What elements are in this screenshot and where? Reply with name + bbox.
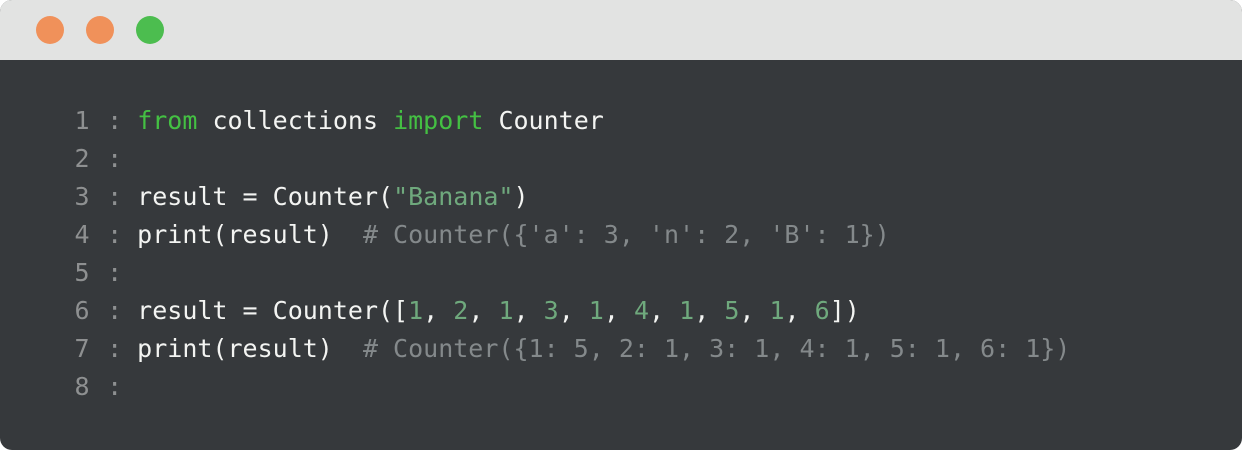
code-token-plain: ]) <box>829 296 860 325</box>
line-separator: : <box>107 334 123 363</box>
code-line: 4 : print(result) # Counter({'a': 3, 'n'… <box>72 216 1070 254</box>
line-separator: : <box>107 106 123 135</box>
line-number: 8 <box>74 372 90 401</box>
code-line: 1 : from collections import Counter <box>72 102 1070 140</box>
minimize-button[interactable] <box>86 16 114 44</box>
code-token-num: 1 <box>679 296 695 325</box>
code-line: 7 : print(result) # Counter({1: 5, 2: 1,… <box>72 330 1070 368</box>
code-token-plain: result = Counter( <box>122 182 394 211</box>
line-separator: : <box>107 372 123 401</box>
code-token-num: 3 <box>543 296 559 325</box>
line-number: 1 <box>74 106 90 135</box>
code-token-num: 1 <box>408 296 424 325</box>
code-token-plain: print(result) <box>122 334 363 363</box>
code-token-str: "Banana" <box>393 182 514 211</box>
line-number: 3 <box>74 182 90 211</box>
code-line: 3 : result = Counter("Banana") <box>72 178 1070 216</box>
code-line: 8 : <box>72 368 1070 406</box>
code-token-plain: , <box>558 296 589 325</box>
code-window: 1 : from collections import Counter 2 :3 … <box>0 0 1242 450</box>
code-token-plain: , <box>694 296 725 325</box>
code-token-plain: collections <box>197 106 394 135</box>
line-number: 5 <box>74 258 90 287</box>
line-separator: : <box>107 220 123 249</box>
code-token-plain: , <box>513 296 544 325</box>
line-separator: : <box>107 296 123 325</box>
code-line: 6 : result = Counter([1, 2, 1, 3, 1, 4, … <box>72 292 1070 330</box>
code-token-kw: from <box>137 106 198 135</box>
code-line: 2 : <box>72 140 1070 178</box>
code-block: 1 : from collections import Counter 2 :3 … <box>72 102 1070 406</box>
code-token-num: 2 <box>453 296 469 325</box>
title-bar <box>0 0 1242 60</box>
code-token-num: 4 <box>633 296 650 325</box>
code-token-num: 1 <box>498 296 514 325</box>
code-token-plain: , <box>423 296 454 325</box>
line-number: 6 <box>74 296 90 325</box>
code-token-kw: import <box>393 106 484 135</box>
code-token-plain: , <box>468 296 499 325</box>
code-token-num: 1 <box>769 296 785 325</box>
code-token-plain: , <box>784 296 815 325</box>
code-token-plain: , <box>649 296 680 325</box>
line-separator: : <box>107 258 123 287</box>
line-number: 4 <box>74 220 90 249</box>
code-token-plain: ) <box>513 182 529 211</box>
code-token-plain: , <box>603 296 634 325</box>
code-token-cm: # Counter({'a': 3, 'n': 2, 'B': 1}) <box>362 220 890 249</box>
code-token-plain: print(result) <box>122 220 363 249</box>
code-token-cm: # Counter({1: 5, 2: 1, 3: 1, 4: 1, 5: 1,… <box>362 334 1071 363</box>
code-token-plain: result = Counter([ <box>122 296 409 325</box>
code-token-plain: , <box>739 296 770 325</box>
code-token-num: 1 <box>588 296 604 325</box>
code-token-num: 6 <box>814 296 830 325</box>
line-number: 7 <box>74 334 90 363</box>
line-separator: : <box>107 144 123 173</box>
close-button[interactable] <box>36 16 64 44</box>
line-separator: : <box>107 182 123 211</box>
code-line: 5 : <box>72 254 1070 292</box>
code-token-num: 5 <box>724 296 740 325</box>
maximize-button[interactable] <box>136 16 164 44</box>
code-token-plain: Counter <box>483 106 604 135</box>
line-number: 2 <box>74 144 90 173</box>
